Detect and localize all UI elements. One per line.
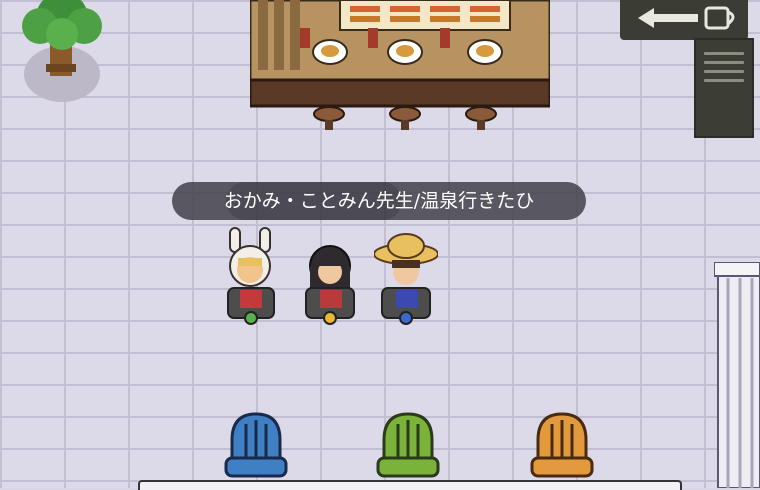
blue-chair[interactable] [222, 410, 290, 488]
bunny-hood-avatar[interactable] [220, 226, 284, 326]
bar-stool[interactable] [464, 106, 498, 132]
arrow-left-coffee-cup-icon [638, 6, 735, 30]
info-board [694, 38, 754, 138]
food-counter [250, 0, 550, 108]
tree [22, 0, 102, 102]
dark-hair-avatar[interactable] [298, 226, 362, 326]
green-chair[interactable] [374, 410, 442, 488]
pillar [714, 262, 760, 488]
bar-stool[interactable] [388, 106, 422, 132]
orange-chair[interactable] [528, 410, 596, 488]
bar-stool[interactable] [312, 106, 346, 132]
exit-sign [620, 0, 748, 40]
straw-hat-avatar[interactable] [374, 226, 438, 326]
player-name-tag: おかみ・ことみん先生/温泉行きたひ [223, 190, 535, 212]
table-edge [138, 480, 682, 490]
